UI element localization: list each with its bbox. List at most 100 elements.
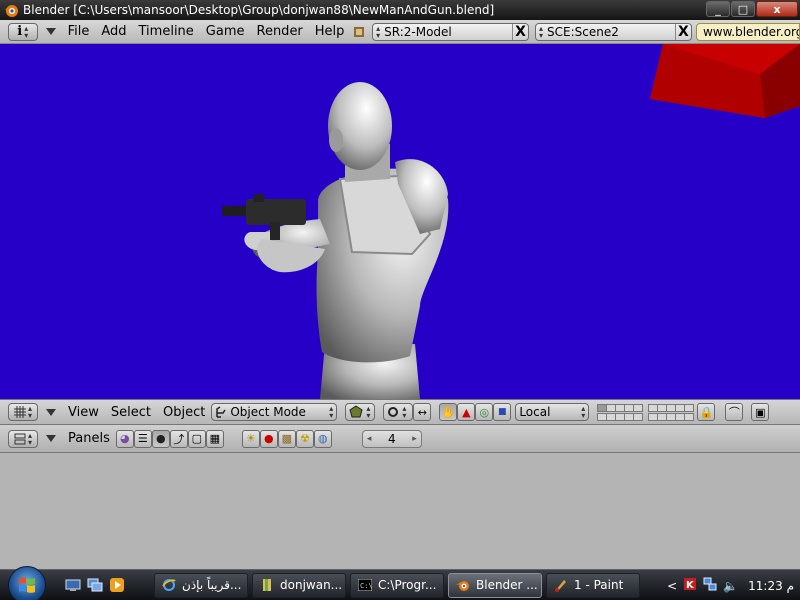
taskbar-item-label: C:\Progr... xyxy=(378,578,437,592)
updown-arrows-icon: ▴ ▾ xyxy=(329,404,334,420)
menu-game[interactable]: Game xyxy=(200,24,251,39)
script-context-icon[interactable]: ☰ xyxy=(133,429,152,448)
increment-arrow-icon[interactable]: ▸ xyxy=(412,434,417,444)
material-buttons-icon[interactable]: ● xyxy=(259,429,278,448)
render-preview-icon[interactable]: ⌒ xyxy=(725,403,744,421)
updown-arrows-icon: ▴ ▾ xyxy=(376,23,381,40)
lamp-buttons-icon[interactable]: ☀ xyxy=(241,429,260,448)
menu-render[interactable]: Render xyxy=(251,24,309,39)
info-icon: i xyxy=(17,24,23,39)
blender-icon xyxy=(455,577,471,593)
blender-url-link[interactable]: www.blender.org xyxy=(695,22,800,41)
window-title: Blender [C:\Users\mansoor\Desktop\Group\… xyxy=(23,3,495,17)
command-prompt-icon: C:\ xyxy=(357,577,373,593)
menu-object[interactable]: Object xyxy=(157,405,211,420)
taskbar-item-label: Blender ... xyxy=(476,578,538,592)
paint-icon xyxy=(553,577,569,593)
taskbar-item-blender[interactable]: Blender ... xyxy=(448,572,542,598)
show-hidden-icons-chevron[interactable]: < xyxy=(667,579,677,593)
logic-context-icon[interactable]: ◕ xyxy=(115,429,134,448)
menu-view[interactable]: View xyxy=(62,405,105,420)
info-header: i ▴ ▾ File Add Timeline Game Render Help … xyxy=(0,20,800,44)
delete-screen-button[interactable]: X xyxy=(512,23,528,40)
screen-name: SR:2-Model xyxy=(384,24,452,39)
internet-explorer-icon xyxy=(161,577,177,593)
object-mode-icon xyxy=(216,406,226,418)
maximize-button[interactable]: □ xyxy=(731,1,755,17)
taskbar-item-label: 1 - Paint xyxy=(574,578,624,592)
orientation-value: Local xyxy=(519,405,551,419)
lock-icon[interactable]: 🔒 xyxy=(697,403,716,421)
decrement-arrow-icon[interactable]: ◂ xyxy=(367,434,372,444)
scene-field[interactable]: ▴ ▾ SCE:Scene2 X xyxy=(535,22,692,41)
taskbar-item-label: donjwan... xyxy=(280,578,343,592)
menu-add[interactable]: Add xyxy=(95,24,132,39)
radiosity-buttons-icon[interactable]: ☢ xyxy=(295,429,314,448)
taskbar-item-command-prompt[interactable]: C:\ C:\Progr... xyxy=(350,572,444,598)
close-button[interactable]: x xyxy=(756,1,798,17)
editing-context-icon[interactable]: ▢ xyxy=(187,429,206,448)
pivot-dropdown[interactable]: ▴ ▾ xyxy=(383,403,414,421)
blender-app-icon xyxy=(4,5,18,17)
updown-arrows-icon: ▴ ▾ xyxy=(539,23,544,40)
updown-arrows-icon: ▴ ▾ xyxy=(402,404,407,420)
screen-browse-icon[interactable] xyxy=(352,23,368,41)
collapse-menu-triangle-icon[interactable] xyxy=(45,28,56,35)
menu-help[interactable]: Help xyxy=(309,24,351,39)
panels-menu[interactable]: Panels xyxy=(62,431,116,446)
taskbar-item-folder[interactable]: donjwan... xyxy=(252,572,346,598)
3d-viewport[interactable] xyxy=(0,44,800,399)
delete-scene-button[interactable]: X xyxy=(674,23,691,40)
minimize-button[interactable]: _ xyxy=(706,1,730,17)
grid-icon xyxy=(13,406,26,418)
screen-field[interactable]: ▴ ▾ SR:2-Model X xyxy=(372,22,530,41)
updown-arrows-icon: ▴ ▾ xyxy=(581,404,586,420)
volume-icon[interactable]: 🔈 xyxy=(723,579,738,593)
buttons-header: ▴ ▾ Panels ◕ ☰ ● ⤴ ▢ ▦ ☀ ● ▩ ☢ ◍ ◂ 4 ▸ xyxy=(0,425,800,453)
texture-buttons-icon[interactable]: ▩ xyxy=(277,429,296,448)
pivot-icon xyxy=(388,407,399,417)
media-player-icon[interactable] xyxy=(108,576,126,594)
switch-windows-icon[interactable] xyxy=(86,576,104,594)
show-desktop-icon[interactable] xyxy=(64,576,82,594)
viewport-scene xyxy=(222,44,800,399)
render-window-icon[interactable]: ▣ xyxy=(751,403,770,421)
antivirus-icon[interactable]: K xyxy=(683,577,697,594)
menu-timeline[interactable]: Timeline xyxy=(133,24,200,39)
window-type-selector[interactable]: i ▴ ▾ xyxy=(8,22,38,41)
buttons-area[interactable] xyxy=(0,453,800,569)
buttons-window-type-selector[interactable]: ▴ ▾ xyxy=(8,429,38,448)
menu-select[interactable]: Select xyxy=(105,405,157,420)
draw-type-dropdown[interactable]: ▴ ▾ xyxy=(345,403,376,421)
frame-number-field[interactable]: ◂ 4 ▸ xyxy=(361,429,422,448)
windows-taskbar: قريباً بإذن... donjwan... C:\ C:\Progr..… xyxy=(0,566,800,600)
collapse-menu-triangle-icon[interactable] xyxy=(46,408,56,416)
collapse-menu-triangle-icon[interactable] xyxy=(46,435,56,442)
character-model xyxy=(222,82,449,399)
view3d-window-type-selector[interactable]: ▴ ▾ xyxy=(8,403,38,421)
clock[interactable]: 11:23 م xyxy=(748,579,794,593)
3d-view-header: ▴ ▾ View Select Object Object Mode ▴ ▾ ▴ ▾ … xyxy=(0,399,800,425)
menu-file[interactable]: File xyxy=(62,24,96,39)
scene-name: SCE:Scene2 xyxy=(547,24,619,39)
scene-context-icon[interactable]: ▦ xyxy=(205,429,224,448)
orientation-dropdown[interactable]: Local ▴ ▾ xyxy=(515,403,590,421)
scale-manipulator-icon[interactable]: ■ xyxy=(493,403,512,421)
taskbar-item-browser[interactable]: قريباً بإذن... xyxy=(154,572,248,598)
mode-dropdown[interactable]: Object Mode ▴ ▾ xyxy=(211,403,338,421)
taskbar-item-paint[interactable]: 1 - Paint xyxy=(546,572,640,598)
start-button[interactable] xyxy=(8,566,46,600)
shading-context-icon[interactable]: ● xyxy=(151,429,170,448)
object-context-icon[interactable]: ⤴ xyxy=(169,429,188,448)
rotate-manipulator-icon[interactable]: ◎ xyxy=(475,403,494,421)
layer-buttons-2[interactable] xyxy=(648,403,695,421)
network-icon[interactable] xyxy=(703,577,717,594)
translate-manipulator-icon[interactable]: ▲ xyxy=(457,403,476,421)
world-buttons-icon[interactable]: ◍ xyxy=(313,429,332,448)
pivot-align-icon[interactable]: ↔ xyxy=(413,403,432,421)
frame-number-value: 4 xyxy=(388,431,396,446)
window-title-bar[interactable]: Blender [C:\Users\mansoor\Desktop\Group\… xyxy=(0,0,800,20)
windows-logo-icon xyxy=(19,577,35,593)
layer-buttons-1[interactable] xyxy=(597,403,644,421)
manipulator-hand-icon[interactable]: ✋ xyxy=(439,403,458,421)
